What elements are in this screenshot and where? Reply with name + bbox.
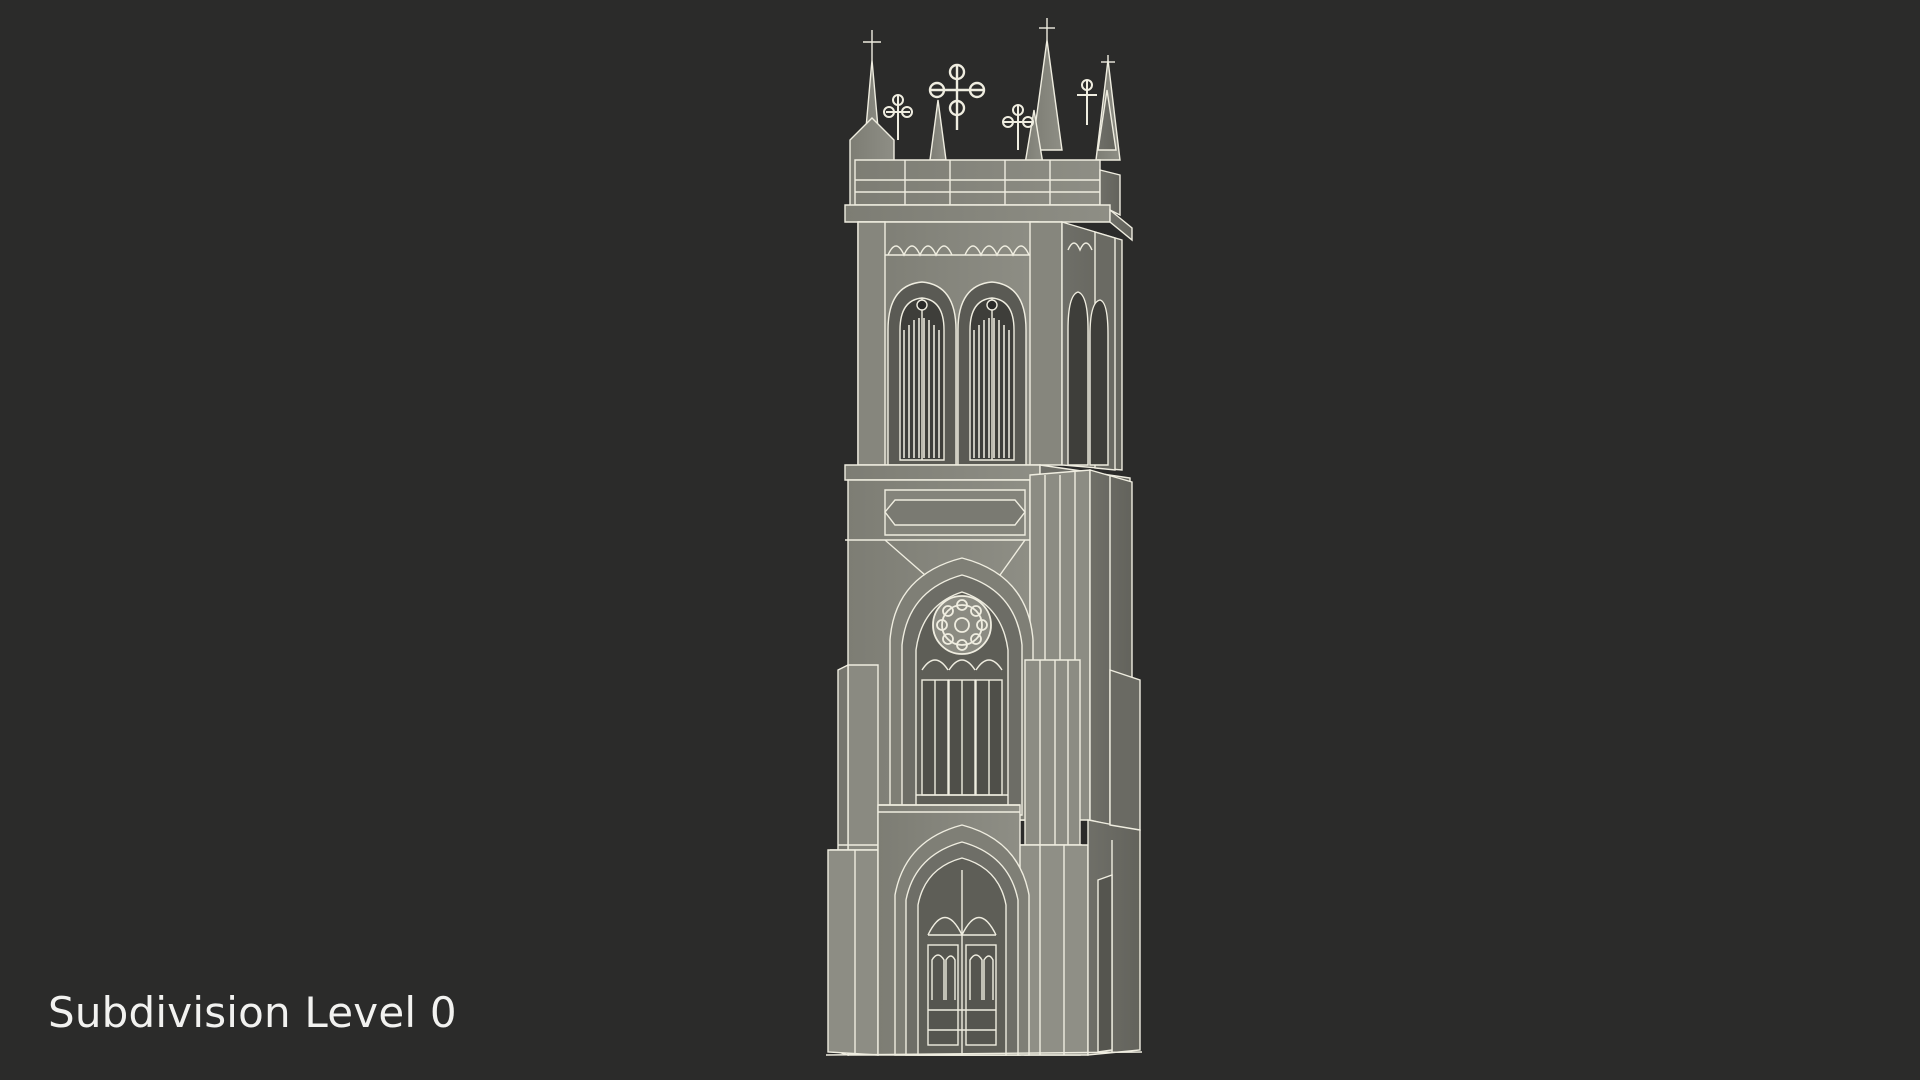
subdivision-level-caption: Subdivision Level 0 [48,988,457,1037]
rose-window [932,595,992,655]
right-buttress [1017,659,1141,1056]
gothic-tower-model [825,18,1143,1056]
left-buttress [827,663,879,1056]
ground-stage [877,804,1030,1056]
belfry-windows [887,281,1109,466]
render-viewport: Subdivision Level 0 [0,0,1920,1080]
middle-stage [845,469,1133,831]
belfry-stage [857,221,1123,471]
